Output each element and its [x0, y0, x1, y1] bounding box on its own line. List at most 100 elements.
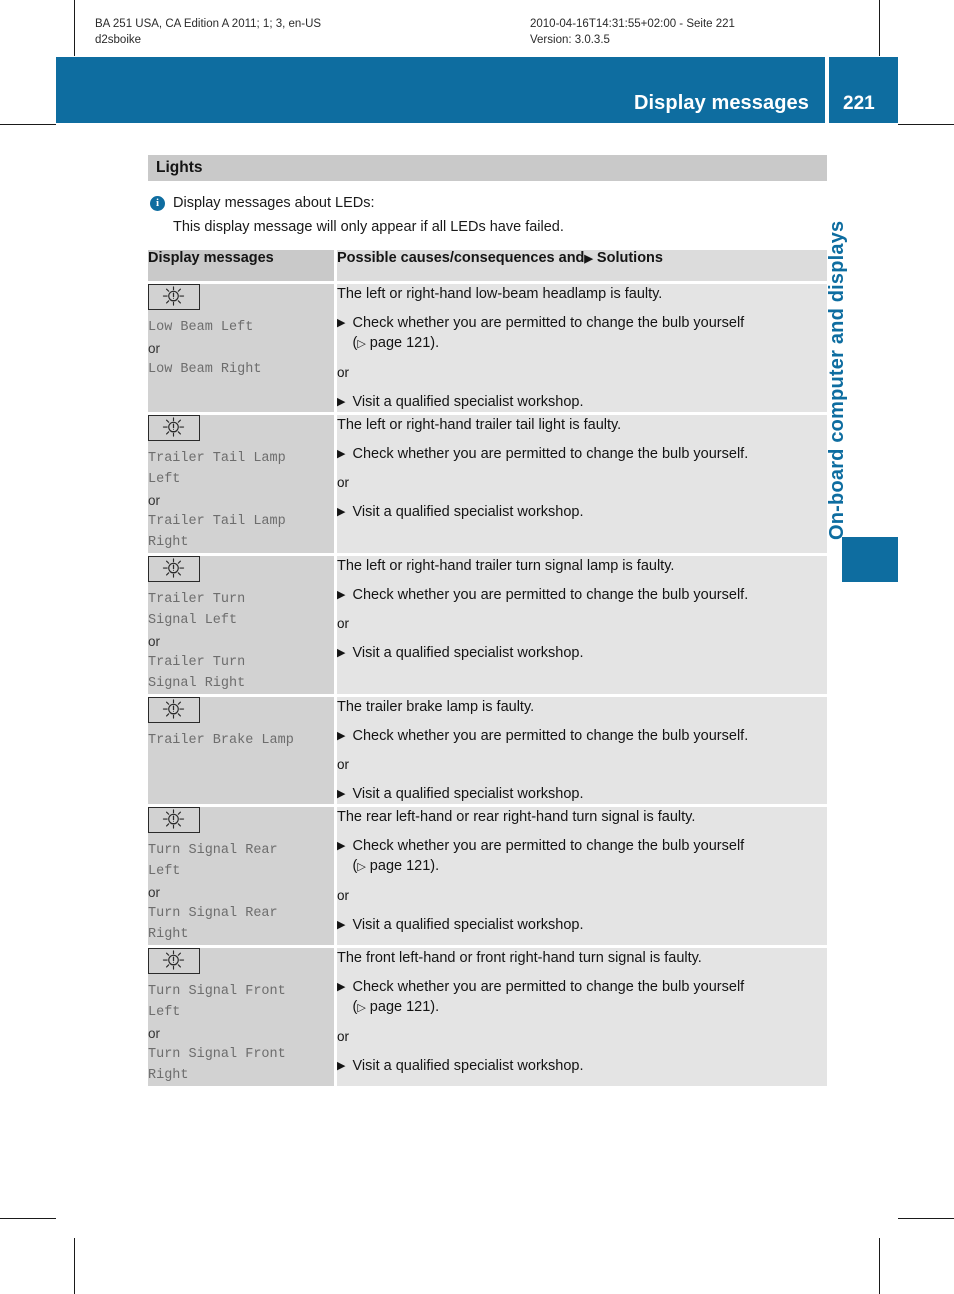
crop-mark-top-left-vertical [74, 0, 75, 56]
crop-mark-top-left-horizontal [0, 124, 56, 125]
solution-text: Visit a qualified specialist workshop. [352, 917, 584, 933]
causes-solutions-cell: The front left-hand or front right-hand … [334, 945, 827, 1086]
solution-or-separator: or [337, 888, 350, 903]
table-row: Trailer Turn Signal Left or Trailer Turn S… [148, 553, 827, 694]
solution-item: ▶ Visit a qualified specialist workshop. [337, 915, 827, 935]
solid-triangle-icon: ▶ [584, 253, 593, 265]
lamp-failure-icon [148, 697, 200, 723]
crop-mark-bottom-right-horizontal [898, 1218, 954, 1219]
table-row: Trailer Brake Lamp The trailer brake lamp… [148, 694, 827, 804]
solution-text: Visit a qualified specialist workshop. [352, 504, 584, 520]
crop-mark-bottom-left-vertical [74, 1238, 75, 1294]
crop-mark-top-right-vertical [879, 0, 880, 56]
solid-triangle-icon: ▶ [337, 317, 346, 329]
chapter-tab-marker [842, 537, 898, 582]
page-reference-label: page 121 [365, 999, 431, 1015]
print-meta-right: 2010-04-16T14:31:55+02:00 - Seite 221 Ve… [530, 16, 735, 48]
solution-or-separator: or [337, 365, 350, 380]
solution-or-separator: or [337, 616, 350, 631]
info-note-title: Display messages about LEDs: [173, 195, 375, 211]
solution-item: ▶ Visit a qualified specialist workshop. [337, 1056, 827, 1076]
solution-text: Check whether you are permitted to chang… [352, 446, 749, 462]
display-message-text: Trailer Turn Signal Right [148, 655, 246, 691]
page-reference[interactable]: (▷ page 121). [352, 333, 827, 354]
open-triangle-icon: ▷ [357, 1002, 366, 1014]
solution-item: ▶ Visit a qualified specialist workshop. [337, 502, 827, 522]
display-message-cell: Trailer Tail Lamp Left or Trailer Tail Lam… [148, 412, 334, 553]
causes-solutions-cell: The rear left-hand or rear right-hand tu… [334, 804, 827, 945]
solution-item: ▶ Check whether you are permitted to chan… [337, 313, 827, 354]
section-heading: Lights [148, 155, 827, 181]
solution-text: Visit a qualified specialist workshop. [352, 1058, 584, 1074]
display-message-text: Trailer Brake Lamp [148, 733, 294, 748]
cause-text: The trailer brake lamp is faulty. [337, 699, 535, 715]
display-message-cell: Trailer Turn Signal Left or Trailer Turn S… [148, 553, 334, 694]
running-header-bar: Display messages [56, 57, 825, 123]
cause-text: The rear left-hand or rear right-hand tu… [337, 809, 696, 825]
table-body: Low Beam Left or Low Beam Right The left or… [148, 281, 827, 1086]
solution-or-separator: or [337, 1029, 350, 1044]
display-message-cell: Low Beam Left or Low Beam Right [148, 281, 334, 412]
display-message-text: Turn Signal Rear Left [148, 843, 278, 879]
crop-mark-bottom-right-vertical [879, 1238, 880, 1294]
causes-solutions-cell: The left or right-hand low-beam headlamp… [334, 281, 827, 412]
page-content: Lights i Display messages about LEDs: Th… [148, 155, 827, 1086]
display-message-text: Trailer Turn Signal Left [148, 592, 246, 628]
message-or-separator: or [148, 493, 161, 508]
cause-text: The left or right-hand low-beam headlamp… [337, 286, 663, 302]
page-reference-label: page 121 [365, 858, 431, 874]
solid-triangle-icon: ▶ [337, 448, 346, 460]
lamp-failure-icon [148, 556, 200, 582]
column-header-display-messages: Display messages [148, 250, 334, 281]
info-note-body: This display message will only appear if… [173, 219, 564, 235]
lamp-failure-icon [148, 284, 200, 310]
page-reference[interactable]: (▷ page 121). [352, 997, 827, 1018]
print-meta-timestamp: 2010-04-16T14:31:55+02:00 - Seite 221 [530, 18, 735, 30]
crop-mark-top-right-horizontal [898, 124, 954, 125]
display-message-cell: Turn Signal Rear Left or Turn Signal Rear … [148, 804, 334, 945]
open-triangle-icon: ▷ [357, 861, 366, 873]
solution-item: ▶ Visit a qualified specialist workshop. [337, 784, 827, 804]
crop-mark-bottom-left-horizontal [0, 1218, 56, 1219]
page-reference[interactable]: (▷ page 121). [352, 856, 827, 877]
page-reference-suffix: ). [430, 999, 440, 1015]
page-number-block: 221 [829, 57, 898, 123]
display-message-text: Low Beam Left [148, 320, 254, 335]
info-note-title-row: i Display messages about LEDs: [150, 193, 827, 213]
table-row: Turn Signal Rear Left or Turn Signal Rear … [148, 804, 827, 945]
solution-item: ▶ Check whether you are permitted to chan… [337, 444, 827, 464]
lamp-failure-icon [148, 415, 200, 441]
solution-text: Check whether you are permitted to chang… [352, 836, 827, 877]
solid-triangle-icon: ▶ [337, 1060, 346, 1072]
table-row: Low Beam Left or Low Beam Right The left or… [148, 281, 827, 412]
page-title: Display messages [633, 92, 809, 114]
solid-triangle-icon: ▶ [337, 840, 346, 852]
solid-triangle-icon: ▶ [337, 919, 346, 931]
info-note: i Display messages about LEDs: This disp… [148, 193, 827, 237]
display-messages-table: Display messages Possible causes/consequ… [148, 250, 827, 1086]
display-message-cell: Trailer Brake Lamp [148, 694, 334, 804]
page-number: 221 [843, 93, 875, 114]
solution-or-separator: or [337, 757, 350, 772]
solution-item: ▶ Check whether you are permitted to chan… [337, 836, 827, 877]
page-reference-label: page 121 [365, 335, 431, 351]
open-triangle-icon: ▷ [357, 338, 366, 350]
solution-text: Visit a qualified specialist workshop. [352, 645, 584, 661]
table-header-row: Display messages Possible causes/consequ… [148, 250, 827, 281]
page-reference-suffix: ). [430, 858, 440, 874]
print-meta-left: BA 251 USA, CA Edition A 2011; 1; 3, en-… [95, 16, 321, 48]
solution-item: ▶ Check whether you are permitted to chan… [337, 726, 827, 746]
solid-triangle-icon: ▶ [337, 589, 346, 601]
causes-solutions-cell: The left or right-hand trailer tail ligh… [334, 412, 827, 553]
solid-triangle-icon: ▶ [337, 647, 346, 659]
solution-item: ▶ Check whether you are permitted to chan… [337, 585, 827, 605]
solution-text: Check whether you are permitted to chang… [352, 313, 827, 354]
solid-triangle-icon: ▶ [337, 730, 346, 742]
display-message-text: Turn Signal Rear Right [148, 906, 278, 942]
solution-item: ▶ Check whether you are permitted to chan… [337, 977, 827, 1018]
solution-text: Visit a qualified specialist workshop. [352, 786, 584, 802]
solid-triangle-icon: ▶ [337, 506, 346, 518]
info-icon: i [150, 196, 165, 211]
solid-triangle-icon: ▶ [337, 788, 346, 800]
solution-text: Visit a qualified specialist workshop. [352, 394, 584, 410]
